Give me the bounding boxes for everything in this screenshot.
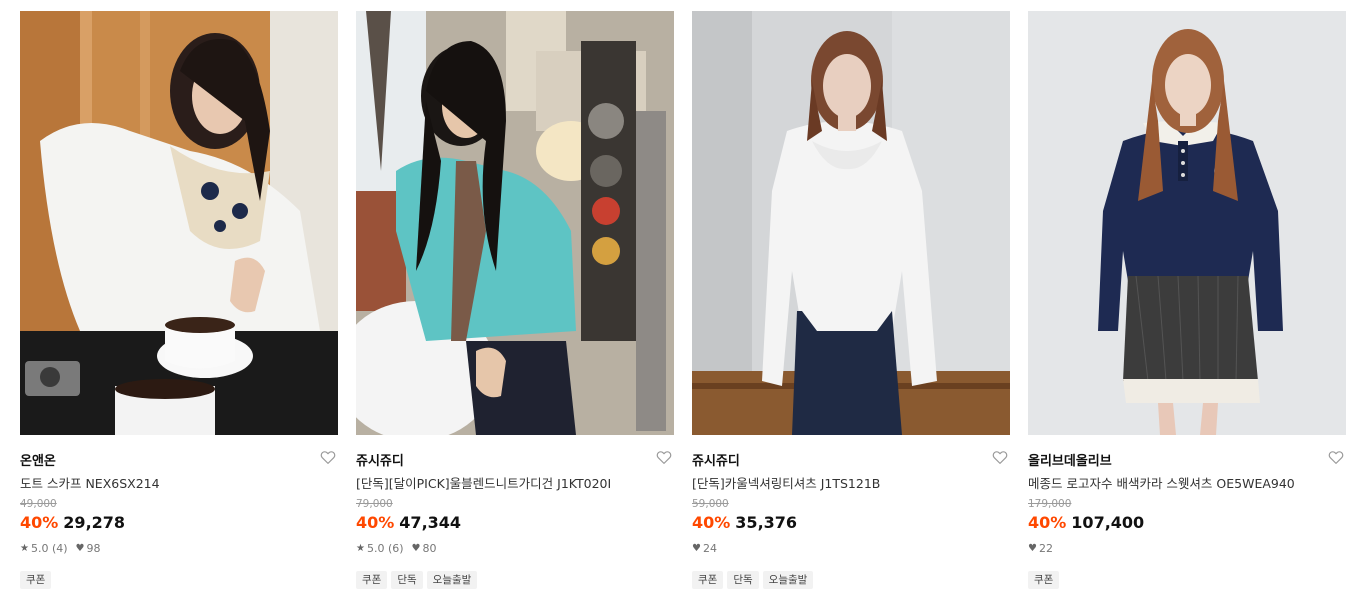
like-count: 22 — [1038, 542, 1053, 555]
sale-price: 107,400 — [1071, 513, 1145, 532]
product-title[interactable]: 메종드 로고자수 배색카라 스웻셔츠 OE5WEA940 — [1028, 476, 1346, 492]
brand-name[interactable]: 온앤온 — [20, 454, 56, 469]
price-row: 40% 107,400 — [1028, 513, 1346, 533]
original-price: 59,000 — [692, 498, 729, 510]
price-row: 40% 35,376 — [692, 513, 1010, 533]
heart-small-icon: ♥ — [411, 543, 421, 554]
heart-small-icon: ♥ — [692, 543, 701, 554]
sale-price: 29,278 — [63, 513, 126, 532]
star-icon: ★ — [356, 543, 365, 554]
original-price: 79,000 — [356, 498, 393, 510]
price-row: 40% 47,344 — [356, 513, 674, 533]
heart-outline-icon[interactable] — [655, 448, 673, 466]
heart-small-icon: ♥ — [1028, 543, 1037, 554]
tag-list: 쿠폰 — [20, 568, 338, 589]
product-photo-knit-cardigan — [356, 11, 674, 435]
product-card[interactable]: 쥬시쥬디 [단독][달이PICK]울블렌드니트가디건 J1KT020I 79,0… — [356, 11, 674, 589]
tag-list: 쿠폰 단독 오늘출발 — [692, 568, 1010, 589]
original-price: 49,000 — [20, 498, 57, 510]
like-count: 24 — [702, 542, 717, 555]
sale-price: 47,344 — [399, 513, 462, 532]
tag-badge: 오늘출발 — [426, 571, 478, 589]
product-card[interactable]: 올리브데올리브 메종드 로고자수 배색카라 스웻셔츠 OE5WEA940 179… — [1028, 11, 1346, 589]
discount-rate: 40% — [20, 513, 59, 532]
product-grid: 온앤온 도트 스카프 NEX6SX214 49,000 40% 29,278 ★ 5… — [0, 0, 1347, 610]
product-stats: ★ 5.0 (4) ♥ 98 — [20, 542, 338, 556]
product-image[interactable] — [356, 11, 674, 435]
product-image[interactable] — [20, 11, 338, 435]
tag-badge: 쿠폰 — [20, 571, 52, 589]
original-price: 179,000 — [1028, 498, 1072, 510]
tag-badge: 쿠폰 — [692, 571, 724, 589]
tag-badge: 단독 — [391, 571, 423, 589]
brand-name[interactable]: 쥬시쥬디 — [356, 454, 404, 469]
product-card[interactable]: 온앤온 도트 스카프 NEX6SX214 49,000 40% 29,278 ★ 5… — [20, 11, 338, 589]
discount-rate: 40% — [1028, 513, 1067, 532]
heart-outline-icon[interactable] — [319, 448, 337, 466]
brand-name[interactable]: 쥬시쥬디 — [692, 454, 740, 469]
product-image[interactable] — [1028, 11, 1346, 435]
product-stats: ♥ 24 — [692, 542, 1010, 556]
tag-badge: 오늘출발 — [762, 571, 814, 589]
product-photo-cowl-neck-tee — [692, 11, 1010, 435]
like-count: 80 — [422, 542, 437, 555]
product-stats: ★ 5.0 (6) ♥ 80 — [356, 542, 674, 556]
product-photo-dot-scarf — [20, 11, 338, 435]
brand-name[interactable]: 올리브데올리브 — [1028, 454, 1112, 469]
product-stats: ♥ 22 — [1028, 542, 1346, 556]
heart-outline-icon[interactable] — [1327, 448, 1345, 466]
like-count: 98 — [86, 542, 101, 555]
heart-outline-icon[interactable] — [991, 448, 1009, 466]
product-photo-collar-sweatshirt — [1028, 11, 1346, 435]
product-title[interactable]: 도트 스카프 NEX6SX214 — [20, 476, 338, 492]
tag-list: 쿠폰 — [1028, 568, 1346, 589]
sale-price: 35,376 — [735, 513, 798, 532]
tag-badge: 쿠폰 — [1028, 571, 1060, 589]
heart-small-icon: ♥ — [75, 543, 85, 554]
star-icon: ★ — [20, 543, 29, 554]
rating: 5.0 (6) — [366, 542, 404, 555]
product-title[interactable]: [단독]카울넥셔링티셔츠 J1TS121B — [692, 476, 1010, 492]
discount-rate: 40% — [356, 513, 395, 532]
product-image[interactable] — [692, 11, 1010, 435]
rating: 5.0 (4) — [30, 542, 68, 555]
tag-badge: 단독 — [727, 571, 759, 589]
tag-list: 쿠폰 단독 오늘출발 — [356, 568, 674, 589]
product-card[interactable]: 쥬시쥬디 [단독]카울넥셔링티셔츠 J1TS121B 59,000 40% 35,… — [692, 11, 1010, 589]
product-title[interactable]: [단독][달이PICK]울블렌드니트가디건 J1KT020I — [356, 476, 674, 492]
price-row: 40% 29,278 — [20, 513, 338, 533]
discount-rate: 40% — [692, 513, 731, 532]
tag-badge: 쿠폰 — [356, 571, 388, 589]
